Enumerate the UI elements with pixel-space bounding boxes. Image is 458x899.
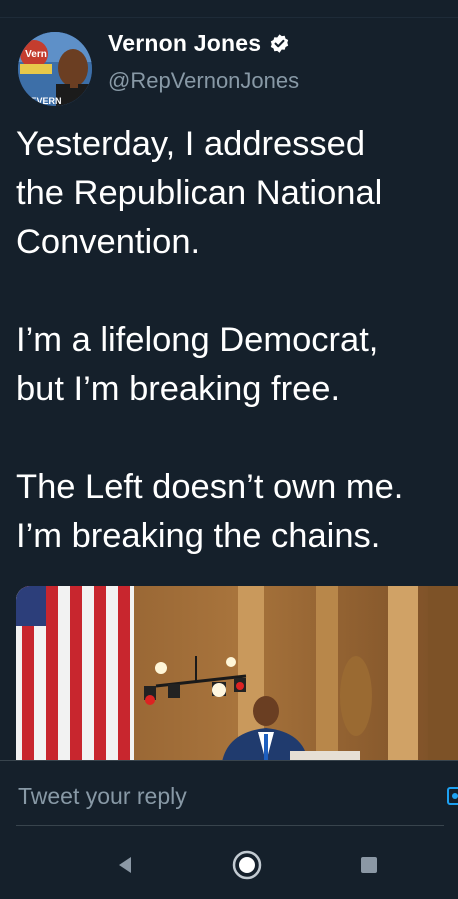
avatar-text-top: Vern	[25, 49, 47, 60]
handle[interactable]: @RepVernonJones	[108, 68, 299, 94]
tweet-line: I’m a lifelong Democrat,	[16, 321, 379, 359]
name-row: Vernon Jones	[108, 30, 290, 57]
reply-input[interactable]	[18, 783, 398, 810]
home-circle-icon[interactable]	[232, 850, 262, 880]
tweet-line: Yesterday, I addressed	[16, 125, 366, 163]
tweet-line	[16, 267, 456, 316]
recents-square-icon[interactable]	[354, 850, 384, 880]
camera-icon[interactable]	[446, 785, 458, 807]
tweet-line: The Left doesn’t own me.	[16, 468, 404, 506]
tweet-text: Yesterday, I addressed the Republican Na…	[16, 120, 456, 561]
tweet-line: the Republican National	[16, 174, 383, 212]
avatar[interactable]: Vern THEVERN	[16, 30, 94, 108]
display-name[interactable]: Vernon Jones	[108, 30, 261, 57]
verified-badge-icon	[271, 34, 289, 53]
tweet-line: I’m breaking the chains.	[16, 517, 381, 555]
system-nav-bar	[0, 826, 458, 899]
tweet-line: Convention.	[16, 223, 201, 261]
avatar-image: Vern THEVERN	[18, 32, 92, 106]
tweet-header: Vern THEVERN Vernon Jones @RepVernonJone…	[16, 26, 446, 108]
tweet-line	[16, 414, 456, 463]
back-triangle-icon[interactable]	[110, 850, 140, 880]
reply-bar	[0, 760, 458, 826]
convention-photo	[16, 586, 458, 762]
avatar-text-bottom: THEVERN	[18, 96, 61, 106]
tweet-media-image[interactable]	[16, 586, 458, 762]
status-strip	[0, 0, 458, 18]
tweet-line: but I’m breaking free.	[16, 370, 341, 408]
